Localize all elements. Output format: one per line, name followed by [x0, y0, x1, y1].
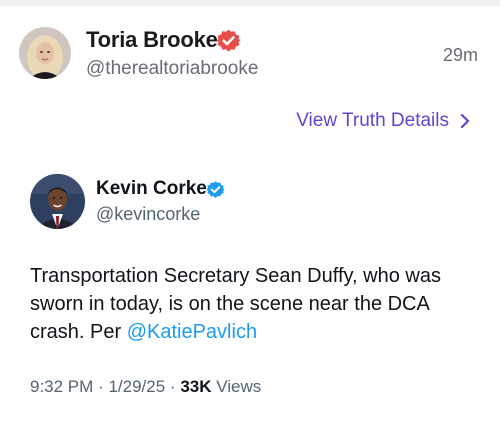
verified-badge-icon — [206, 180, 225, 199]
author-name[interactable]: Toria Brooke — [86, 27, 218, 53]
post-time[interactable]: 9:32 PM — [30, 377, 93, 396]
truth-post-page: Toria Brooke @therealtoriabrooke 29m Vie… — [0, 0, 500, 424]
view-details-label: View Truth Details — [296, 110, 449, 131]
views-count: 33K — [180, 377, 212, 396]
chevron-right-icon — [458, 112, 472, 130]
meta-separator: · — [98, 377, 104, 396]
verified-badge-icon — [216, 28, 241, 53]
embedded-post-text: Transportation Secretary Sean Duffy, who… — [30, 262, 480, 346]
meta-separator: · — [169, 377, 176, 396]
post-timestamp: 29m — [442, 45, 478, 65]
embedded-author-name[interactable]: Kevin Corke — [96, 178, 207, 200]
post-date[interactable]: 1/29/25 — [108, 377, 165, 396]
post-meta: 9:32 PM · 1/29/25 · 33K Views — [30, 377, 261, 397]
embedded-author-avatar[interactable] — [30, 174, 85, 229]
mention-link[interactable]: @KatiePavlich — [127, 321, 257, 343]
author-handle[interactable]: @therealtoriabrooke — [86, 58, 258, 80]
view-truth-details-link[interactable]: View Truth Details — [296, 110, 472, 132]
author-avatar[interactable] — [19, 27, 71, 79]
views-label: Views — [216, 377, 262, 396]
top-divider — [0, 0, 500, 6]
embedded-author-handle[interactable]: @kevincorke — [96, 204, 200, 225]
